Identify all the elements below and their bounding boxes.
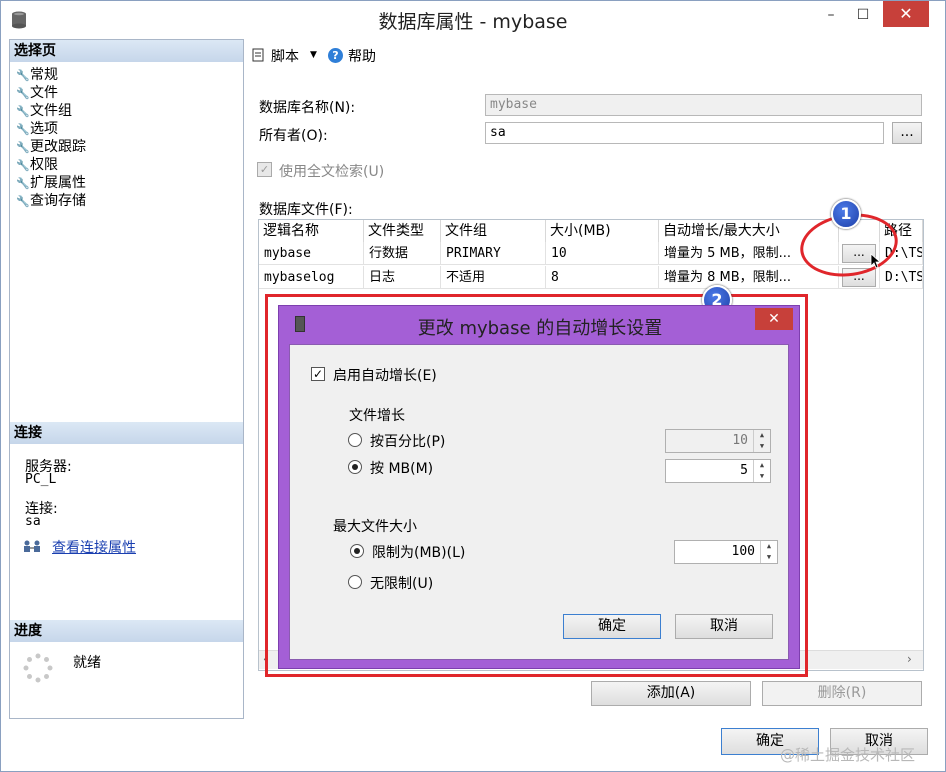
dialog-body: ✓ 启用自动增长(E) 文件增长 按百分比(P) 10 ▲ ▼ 按 MB(M) 5… <box>289 344 789 660</box>
percent-value: 10 <box>732 433 748 448</box>
connection-header: 连接 <box>10 422 243 444</box>
connection-properties-icon <box>23 539 43 557</box>
select-page-header: 选择页 <box>10 40 243 62</box>
wrench-icon: 🔧 <box>16 177 30 190</box>
autogrowth-dialog: 更改 mybase 的自动增长设置 ✕ ✓ 启用自动增长(E) 文件增长 按百分… <box>278 305 800 669</box>
wrench-icon: 🔧 <box>16 105 30 118</box>
wrench-icon: 🔧 <box>16 69 30 82</box>
limited-radio[interactable] <box>350 544 364 558</box>
script-icon <box>251 47 265 67</box>
script-button[interactable]: 脚本 <box>271 46 299 66</box>
owner-browse-button[interactable]: ... <box>892 122 922 144</box>
owner-label: 所有者(O): <box>259 128 328 144</box>
progress-header: 进度 <box>10 620 243 642</box>
db-files-label: 数据库文件(F): <box>259 202 353 218</box>
nav-item[interactable]: 🔧文件组 <box>16 102 72 120</box>
nav-item-label: 查询存储 <box>30 193 86 209</box>
wrench-icon: 🔧 <box>16 87 30 100</box>
nav-item[interactable]: 🔧更改跟踪 <box>16 138 86 156</box>
nav-item[interactable]: 🔧扩展属性 <box>16 174 86 192</box>
dialog-ok-button[interactable]: 确定 <box>563 614 661 639</box>
wrench-icon: 🔧 <box>16 123 30 136</box>
grid-cell[interactable]: mybaselog <box>259 266 364 289</box>
maximize-button[interactable]: ☐ <box>853 7 873 25</box>
percent-input[interactable]: 10 ▲ ▼ <box>665 429 771 453</box>
column-header[interactable]: 大小(MB) <box>546 220 659 242</box>
file-growth-label: 文件增长 <box>349 408 405 424</box>
dialog-title: 更改 mybase 的自动增长设置 <box>417 318 663 339</box>
nav-item-label: 选项 <box>30 121 58 137</box>
nav-item[interactable]: 🔧常规 <box>16 66 58 84</box>
mb-spinner[interactable]: ▲ ▼ <box>753 460 770 482</box>
nav-item-label: 更改跟踪 <box>30 139 86 155</box>
by-mb-label: 按 MB(M) <box>370 461 434 477</box>
add-button[interactable]: 添加(A) <box>591 681 751 706</box>
nav-item-label: 文件组 <box>30 103 72 119</box>
nav-item-label: 扩展属性 <box>30 175 86 191</box>
remove-button[interactable]: 删除(R) <box>762 681 922 706</box>
progress-status: 就绪 <box>73 655 101 671</box>
grid-cell[interactable]: PRIMARY <box>441 242 546 265</box>
limited-input[interactable]: 100 ▲ ▼ <box>674 540 778 564</box>
fulltext-checkbox[interactable]: ✓ <box>257 162 272 177</box>
nav-item-label: 文件 <box>30 85 58 101</box>
fulltext-label: 使用全文检索(U) <box>279 164 385 180</box>
grid-cell[interactable]: 行数据 <box>364 242 441 265</box>
wrench-icon: 🔧 <box>16 195 30 208</box>
minimize-button[interactable]: – <box>821 7 841 25</box>
cursor-icon <box>870 253 882 273</box>
help-button[interactable]: 帮助 <box>348 46 376 66</box>
column-header[interactable]: 逻辑名称 <box>259 220 364 242</box>
nav-item[interactable]: 🔧查询存储 <box>16 192 86 210</box>
enable-autogrowth-label: 启用自动增长(E) <box>333 368 437 384</box>
watermark: @稀土掘金技术社区 <box>780 746 916 764</box>
by-mb-radio[interactable] <box>348 460 362 474</box>
mb-value: 5 <box>740 463 748 478</box>
unlimited-label: 无限制(U) <box>370 576 434 592</box>
grid-cell[interactable]: D:\TS <box>880 266 923 289</box>
limited-value: 100 <box>731 544 755 559</box>
limited-spinner[interactable]: ▲ ▼ <box>760 541 777 563</box>
limited-label: 限制为(MB)(L) <box>372 545 466 561</box>
connection-value: sa <box>25 514 41 529</box>
nav-item-label: 权限 <box>30 157 58 173</box>
enable-autogrowth-checkbox[interactable]: ✓ <box>311 367 325 381</box>
view-connection-properties-link[interactable]: 查看连接属性 <box>52 537 136 557</box>
db-name-label: 数据库名称(N): <box>259 100 356 116</box>
annotation-badge-1: 1 <box>831 199 861 229</box>
grid-cell[interactable]: 10 <box>546 242 659 265</box>
grid-cell[interactable]: 不适用 <box>441 266 546 289</box>
nav-item-label: 常规 <box>30 67 58 83</box>
nav-item[interactable]: 🔧权限 <box>16 156 58 174</box>
grid-cell[interactable]: 8 <box>546 266 659 289</box>
mb-input[interactable]: 5 ▲ ▼ <box>665 459 771 483</box>
title-bar: 数据库属性 - mybase – ☐ ✕ <box>1 1 945 39</box>
db-name-field: mybase <box>485 94 922 116</box>
max-file-size-label: 最大文件大小 <box>333 519 417 535</box>
scroll-right-icon[interactable]: › <box>907 652 912 666</box>
server-value: PC_L <box>25 472 57 487</box>
by-percent-radio[interactable] <box>348 433 362 447</box>
left-pane: 选择页 🔧常规 🔧文件 🔧文件组 🔧选项 🔧更改跟踪 🔧权限 🔧扩展属性 🔧查询存储 连接 服… <box>9 39 244 719</box>
nav-item[interactable]: 🔧选项 <box>16 120 58 138</box>
help-icon: ? <box>328 48 343 63</box>
owner-field[interactable]: sa <box>485 122 884 144</box>
column-header[interactable]: 文件类型 <box>364 220 441 242</box>
grid-cell[interactable]: 日志 <box>364 266 441 289</box>
nav-item[interactable]: 🔧文件 <box>16 84 58 102</box>
window-title: 数据库属性 - mybase <box>378 11 568 33</box>
grid-cell[interactable]: mybase <box>259 242 364 265</box>
percent-spinner[interactable]: ▲ ▼ <box>753 430 770 452</box>
unlimited-radio[interactable] <box>348 575 362 589</box>
grid-cell[interactable]: 增量为 8 MB，限制... <box>659 266 839 289</box>
chevron-down-icon[interactable]: ▼ <box>310 50 317 60</box>
dialog-cancel-button[interactable]: 取消 <box>675 614 773 639</box>
column-header[interactable]: 文件组 <box>441 220 546 242</box>
wrench-icon: 🔧 <box>16 141 30 154</box>
by-percent-label: 按百分比(P) <box>370 434 446 450</box>
dialog-close-button[interactable]: ✕ <box>755 308 793 330</box>
close-button[interactable]: ✕ <box>883 1 929 27</box>
wrench-icon: 🔧 <box>16 159 30 172</box>
progress-spinner-icon <box>23 653 53 687</box>
